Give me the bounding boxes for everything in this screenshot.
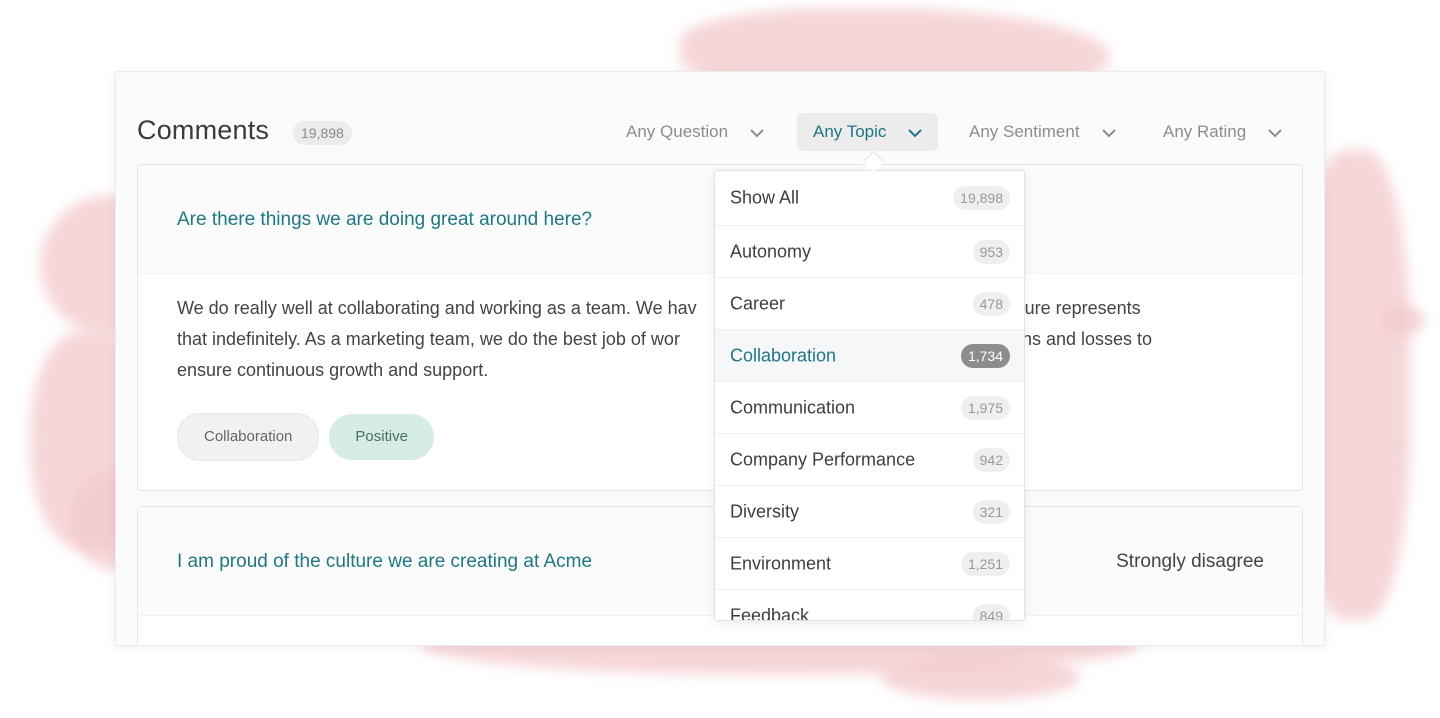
page-title: Comments <box>137 115 270 145</box>
question-title[interactable]: I am proud of the culture we are creatin… <box>177 551 592 573</box>
comment-tags: Collaboration Positive <box>177 413 444 461</box>
option-count-badge: 1,975 <box>960 395 1010 420</box>
dropdown-option-collaboration[interactable]: Collaboration 1,734 <box>715 330 1024 382</box>
chevron-down-icon <box>908 114 923 152</box>
chevron-down-icon <box>1268 114 1282 152</box>
option-label: Company Performance <box>730 449 916 469</box>
total-count-badge: 19,898 <box>293 121 352 145</box>
option-count-badge: 1,734 <box>960 343 1010 368</box>
filter-label: Any Sentiment <box>969 122 1080 141</box>
option-label: Environment <box>730 553 832 573</box>
option-count-badge: 942 <box>972 447 1010 472</box>
option-label: Collaboration <box>730 345 837 365</box>
option-label: Show All <box>730 187 800 208</box>
topic-tag[interactable]: Collaboration <box>177 413 320 461</box>
dropdown-option-autonomy[interactable]: Autonomy 953 <box>715 226 1024 278</box>
option-label: Diversity <box>730 501 800 521</box>
dropdown-option-career[interactable]: Career 478 <box>715 278 1024 330</box>
filter-any-sentiment[interactable]: Any Sentiment <box>953 113 1132 151</box>
filter-label: Any Topic <box>813 122 887 141</box>
comments-panel: Comments 19,898 Any Question Any Topic A… <box>115 71 1325 646</box>
option-label: Feedback <box>730 605 810 621</box>
dropdown-option-show-all[interactable]: Show All 19,898 <box>715 171 1024 226</box>
dropdown-option-environment[interactable]: Environment 1,251 <box>715 538 1024 590</box>
option-count-badge: 849 <box>972 603 1010 620</box>
filter-any-topic[interactable]: Any Topic <box>797 113 939 152</box>
option-count-badge: 478 <box>972 291 1010 316</box>
filter-label: Any Question <box>626 122 729 141</box>
question-title[interactable]: Are there things we are doing great arou… <box>177 209 592 231</box>
sentiment-tag[interactable]: Positive <box>329 414 434 460</box>
option-count-badge: 321 <box>972 499 1010 524</box>
option-label: Communication <box>730 397 856 417</box>
option-count-badge: 1,251 <box>960 551 1010 576</box>
chevron-down-icon <box>1101 114 1116 152</box>
comment-line: that indefinitely. As a marketing team, … <box>177 329 680 349</box>
dropdown-option-diversity[interactable]: Diversity 321 <box>715 486 1024 538</box>
filter-any-rating[interactable]: Any Rating <box>1147 113 1298 151</box>
filter-label: Any Rating <box>1163 122 1247 141</box>
topic-dropdown[interactable]: Show All 19,898 Autonomy 953 Career 478 … <box>714 170 1025 621</box>
option-count-badge: 953 <box>972 239 1010 264</box>
dropdown-option-company-performance[interactable]: Company Performance 942 <box>715 434 1024 486</box>
comment-line: We do really well at collaborating and w… <box>177 298 697 318</box>
option-label: Autonomy <box>730 241 812 261</box>
dropdown-option-feedback[interactable]: Feedback 849 <box>715 590 1024 621</box>
rating-value: Strongly disagree <box>1116 551 1264 572</box>
filter-any-question[interactable]: Any Question <box>610 113 780 151</box>
option-label: Career <box>730 293 786 313</box>
panel-header: Comments 19,898 Any Question Any Topic A… <box>116 72 1324 164</box>
chevron-down-icon <box>750 114 764 152</box>
dropdown-option-communication[interactable]: Communication 1,975 <box>715 382 1024 434</box>
option-count-badge: 19,898 <box>953 186 1010 210</box>
